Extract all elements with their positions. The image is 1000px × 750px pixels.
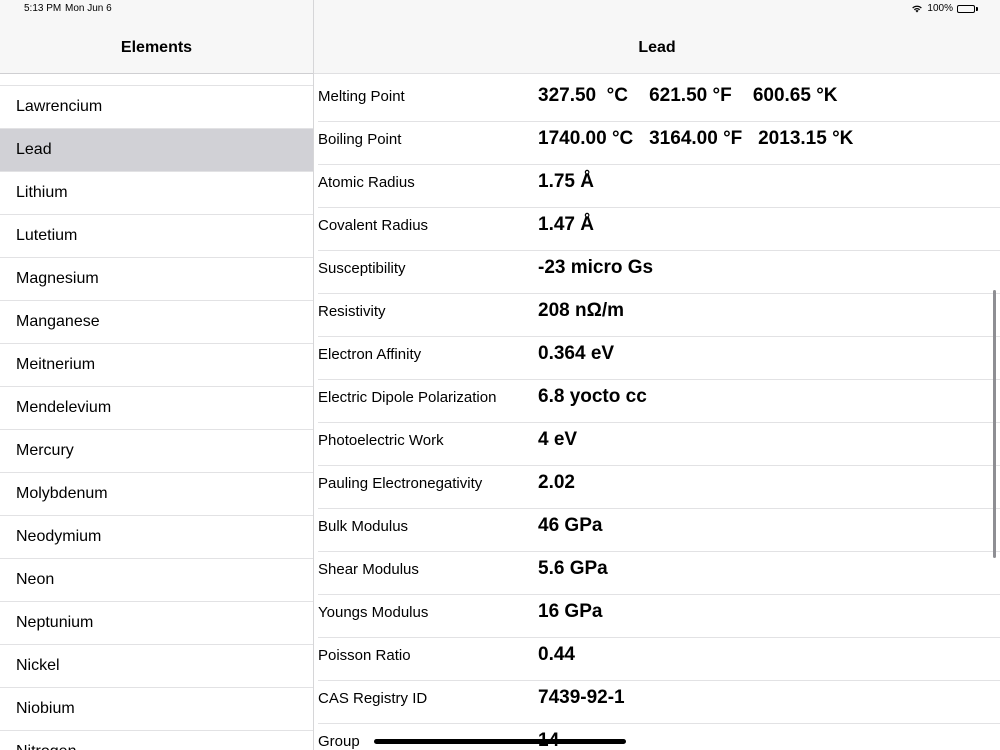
property-label: CAS Registry ID (318, 690, 428, 707)
property-label: Electric Dipole Polarization (318, 389, 497, 406)
sidebar-item-mercury[interactable]: Mercury (0, 430, 313, 473)
sidebar-item-meitnerium[interactable]: Meitnerium (0, 344, 313, 387)
sidebar-item-label: Neodymium (16, 528, 102, 545)
property-label: Pauling Electronegativity (318, 475, 483, 492)
property-label: Bulk Modulus (318, 518, 409, 535)
sidebar-item-niobium[interactable]: Niobium (0, 688, 313, 731)
sidebar-item-label: Magnesium (16, 270, 99, 287)
sidebar-item-label: Lutetium (16, 227, 78, 244)
property-label: Shear Modulus (318, 561, 419, 578)
detail-title: Lead (638, 39, 676, 56)
property-label: Poisson Ratio (318, 647, 411, 664)
property-label: Youngs Modulus (318, 604, 429, 621)
property-label: Electron Affinity (318, 346, 422, 363)
sidebar-item-lead[interactable]: Lead (0, 129, 313, 172)
sidebar-item-label: Neon (16, 571, 55, 588)
element-list: Lawrencium Lead Lithium Lutetium Magnesium Ma… (0, 85, 313, 750)
scrollbar[interactable] (993, 290, 996, 558)
sidebar-item-mendelevium[interactable]: Mendelevium (0, 387, 313, 430)
property-value: 46 GPa (538, 515, 603, 536)
property-list: Melting Point 327.50 °C 621.50 °F 600.65 … (314, 79, 1000, 750)
property-label: Boiling Point (318, 131, 402, 148)
sidebar-item-label: Niobium (16, 700, 75, 717)
sidebar-item-label: Nitrogen (16, 743, 76, 750)
sidebar-item-nitrogen[interactable]: Nitrogen (0, 731, 313, 750)
property-label: Atomic Radius (318, 174, 415, 191)
sidebar: Elements Lawrencium Lead Lithium Lutetium Ma… (0, 0, 314, 750)
sidebar-title: Elements (120, 39, 193, 56)
property-value: 4 eV (538, 429, 578, 450)
status-indicators: 100% (911, 3, 978, 14)
property-value: 2.02 (538, 472, 575, 493)
property-row: Boiling Point 1740.00 °C 3164.00 °F 2013.… (318, 122, 1000, 165)
property-label: Melting Point (318, 88, 405, 105)
property-row: Melting Point 327.50 °C 621.50 °F 600.65 … (318, 79, 1000, 122)
property-label: Photoelectric Work (318, 432, 444, 449)
sidebar-item-neptunium[interactable]: Neptunium (0, 602, 313, 645)
property-label: Susceptibility (318, 260, 406, 277)
sidebar-item-label: Lithium (16, 184, 68, 201)
sidebar-item-nickel[interactable]: Nickel (0, 645, 313, 688)
sidebar-item-label: Mercury (16, 442, 74, 459)
property-label: Group (318, 733, 360, 750)
sidebar-item-neodymium[interactable]: Neodymium (0, 516, 313, 559)
property-value: 327.50 °C 621.50 °F 600.65 °K (538, 85, 838, 106)
sidebar-item-label: Molybdenum (16, 485, 108, 502)
property-row: CAS Registry ID 7439-92-1 (318, 681, 1000, 724)
wifi-icon (912, 5, 923, 13)
property-label: Covalent Radius (318, 217, 429, 234)
battery-icon (957, 4, 975, 13)
sidebar-item-lithium[interactable]: Lithium (0, 172, 313, 215)
property-row: Covalent Radius 1.47 Å (318, 208, 1000, 251)
sidebar-item-magnesium[interactable]: Magnesium (0, 258, 313, 301)
property-value: 0.364 eV (538, 343, 615, 364)
sidebar-item-label: Neptunium (16, 614, 94, 631)
sidebar-item-label: Nickel (16, 657, 60, 674)
property-row: Susceptibility -23 micro Gs (318, 251, 1000, 294)
status-time: 5:13 PM (24, 3, 62, 14)
property-row: Pauling Electronegativity 2.02 (318, 466, 1000, 509)
sidebar-item-lawrencium[interactable]: Lawrencium (0, 86, 313, 129)
property-value: 5.6 GPa (538, 558, 608, 579)
property-row: Poisson Ratio 0.44 (318, 638, 1000, 681)
property-row: Group14 (318, 724, 1000, 750)
property-value: 208 nΩ/m (538, 300, 624, 321)
property-value: 16 GPa (538, 601, 603, 622)
sidebar-item-lutetium[interactable]: Lutetium (0, 215, 313, 258)
property-row: Shear Modulus 5.6 GPa (318, 552, 1000, 595)
property-row: Electron Affinity 0.364 eV (318, 337, 1000, 380)
property-value: 1.47 Å (538, 214, 594, 235)
sidebar-item-label: Lawrencium (16, 98, 103, 115)
status-date: Mon Jun 6 (65, 3, 112, 14)
status-bar: 5:13 PM Mon Jun 6 100% (0, 0, 1000, 20)
detail-pane: Lead Melting Point 327.50 °C 621.50 °F 60… (314, 0, 1000, 750)
property-value: 7439-92-1 (538, 687, 625, 708)
property-row: Youngs Modulus 16 GPa (318, 595, 1000, 638)
property-label: Resistivity (318, 303, 386, 320)
property-value: 1.75 Å (538, 171, 594, 192)
sidebar-item-label: Mendelevium (16, 399, 112, 416)
property-row: Bulk Modulus 46 GPa (318, 509, 1000, 552)
property-row: Photoelectric Work 4 eV (318, 423, 1000, 466)
sidebar-item-molybdenum[interactable]: Molybdenum (0, 473, 313, 516)
home-indicator[interactable] (374, 739, 626, 744)
sidebar-item-neon[interactable]: Neon (0, 559, 313, 602)
property-row: Electric Dipole Polarization 6.8 yocto cc (318, 380, 1000, 423)
sidebar-item-label: Meitnerium (16, 356, 96, 373)
property-value: -23 micro Gs (538, 257, 654, 278)
battery-percent: 100% (927, 3, 953, 14)
property-row: Resistivity 208 nΩ/m (318, 294, 1000, 337)
sidebar-item-manganese[interactable]: Manganese (0, 301, 313, 344)
sidebar-item-label: Manganese (16, 313, 100, 330)
property-row: Atomic Radius 1.75 Å (318, 165, 1000, 208)
property-value: 6.8 yocto cc (538, 386, 647, 407)
property-value: 1740.00 °C 3164.00 °F 2013.15 °K (538, 128, 854, 149)
sidebar-item-label: Lead (16, 141, 52, 158)
property-value: 0.44 (538, 644, 575, 665)
